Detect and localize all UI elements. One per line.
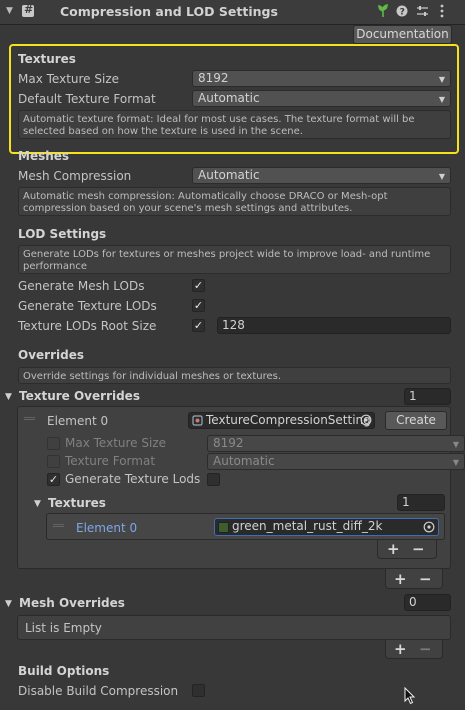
texture-overrides-count[interactable]: 1 [404, 388, 451, 405]
generate-texture-lods-override-checkbox[interactable]: ✓ [47, 473, 60, 486]
texture-object-value: green_metal_rust_diff_2k [232, 519, 383, 533]
override-max-texture-size-dropdown[interactable]: 8192 [207, 435, 465, 452]
texture-format-override-checkbox[interactable] [47, 455, 60, 468]
max-texture-size-dropdown[interactable]: 8192 [192, 70, 451, 87]
mesh-overrides-count[interactable]: 0 [404, 594, 451, 611]
add-texture-button[interactable]: + [387, 542, 400, 557]
component-title: Compression and LOD Settings [60, 4, 278, 19]
default-texture-format-label: Default Texture Format [18, 92, 156, 106]
texture-thumbnail-icon [218, 522, 229, 533]
overrides-heading: Overrides [18, 348, 84, 362]
default-texture-format-dropdown[interactable]: Automatic [192, 90, 451, 107]
build-options-heading: Build Options [18, 664, 110, 678]
remove-texture-override-button[interactable]: − [419, 572, 432, 587]
remove-mesh-override-button[interactable]: − [419, 642, 432, 657]
help-icon[interactable]: ? [396, 5, 408, 17]
textures-count[interactable]: 1 [397, 494, 445, 511]
remove-texture-button[interactable]: − [412, 542, 425, 557]
plant-icon[interactable] [377, 4, 389, 18]
mesh-compression-help: Automatic mesh compression: Automaticall… [18, 187, 451, 216]
texture-format-help: Automatic texture format: Ideal for most… [18, 110, 451, 139]
object-picker-icon[interactable] [360, 414, 372, 426]
chevron-down-icon[interactable]: ▼ [6, 6, 13, 16]
generate-texture-lods-value-checkbox[interactable] [207, 473, 220, 486]
create-button[interactable]: Create [385, 411, 447, 430]
textures-heading: Textures [18, 52, 76, 66]
disable-build-compression-checkbox[interactable] [192, 684, 205, 697]
texture-lods-root-size-field[interactable]: 128 [217, 317, 451, 334]
component-icon [22, 3, 34, 17]
add-mesh-override-button[interactable]: + [394, 642, 407, 657]
generate-mesh-lods-checkbox[interactable]: ✓ [192, 279, 205, 292]
mesh-compression-dropdown[interactable]: Automatic [192, 167, 451, 184]
override-max-texture-size-label: Max Texture Size [65, 436, 166, 450]
max-texture-size-label: Max Texture Size [18, 72, 119, 86]
lod-settings-heading: LOD Settings [18, 227, 107, 241]
documentation-button[interactable]: Documentation [353, 25, 452, 44]
textures-foldout[interactable]: Textures [48, 496, 106, 510]
triangle-down-icon[interactable]: ▼ [34, 499, 41, 509]
texture-element-0-label: Element 0 [76, 521, 138, 535]
mesh-compression-label: Mesh Compression [18, 169, 132, 183]
element-0-label: Element 0 [47, 414, 109, 428]
generate-texture-lods-checkbox[interactable]: ✓ [192, 299, 205, 312]
sliders-icon[interactable] [416, 5, 429, 17]
disable-build-compression-label: Disable Build Compression [18, 684, 179, 698]
generate-texture-lods-override-label: Generate Texture Lods [65, 472, 201, 486]
drag-handle-icon[interactable]: ══ [24, 414, 35, 425]
list-empty-label: List is Empty [25, 621, 102, 635]
meshes-heading: Meshes [18, 149, 70, 163]
scriptable-object-icon [192, 415, 203, 426]
generate-texture-lods-label: Generate Texture LODs [18, 299, 157, 313]
drag-handle-icon[interactable]: ══ [53, 521, 64, 532]
texture-overrides-foldout[interactable]: Texture Overrides [19, 389, 140, 403]
texture-compression-setting-field[interactable]: TextureCompressionSetting [188, 412, 375, 429]
override-texture-format-dropdown[interactable]: Automatic [207, 453, 465, 470]
texture-compression-setting-value: TextureCompressionSetting [206, 413, 371, 427]
overrides-help: Override settings for individual meshes … [18, 367, 451, 384]
add-texture-override-button[interactable]: + [394, 572, 407, 587]
texture-lods-root-size-label: Texture LODs Root Size [18, 319, 157, 333]
lod-help: Generate LODs for textures or meshes pro… [18, 245, 451, 274]
triangle-down-icon[interactable]: ▼ [5, 599, 12, 609]
svg-text:?: ? [400, 8, 405, 18]
kebab-icon[interactable] [440, 4, 444, 18]
texture-lods-root-size-checkbox[interactable]: ✓ [192, 319, 205, 332]
override-texture-format-label: Texture Format [65, 454, 156, 468]
texture-object-field[interactable]: green_metal_rust_diff_2k [214, 518, 439, 536]
max-texture-size-override-checkbox[interactable] [47, 437, 60, 450]
mouse-cursor-icon [404, 687, 416, 705]
generate-mesh-lods-label: Generate Mesh LODs [18, 279, 145, 293]
triangle-down-icon[interactable]: ▼ [5, 392, 12, 402]
object-picker-icon[interactable] [423, 521, 435, 533]
textures-list-footer [377, 540, 437, 559]
mesh-overrides-foldout[interactable]: Mesh Overrides [19, 596, 125, 610]
